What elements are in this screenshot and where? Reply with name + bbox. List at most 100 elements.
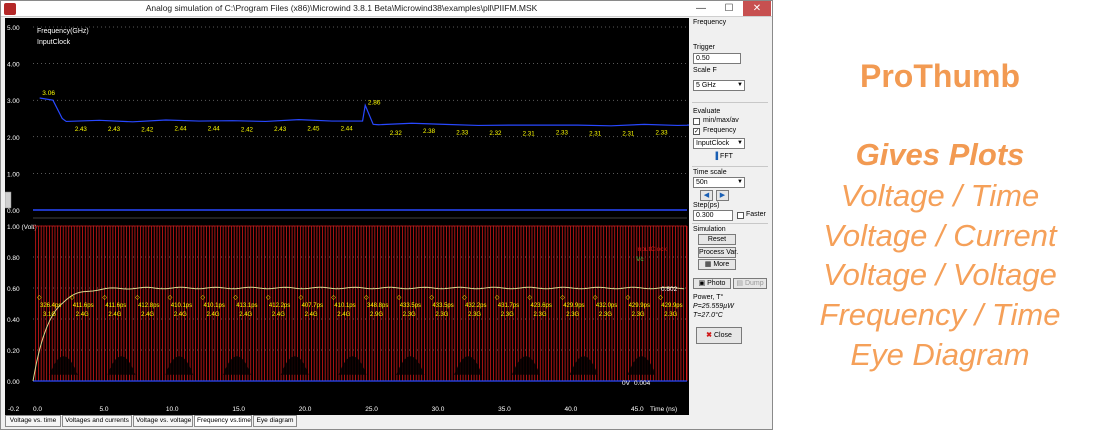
frequency-checkbox[interactable]: ✓ <box>693 128 700 135</box>
faster-checkbox[interactable] <box>737 212 744 219</box>
freq-label: 2.4G <box>305 312 318 318</box>
signal-value: InputClock <box>696 140 730 147</box>
value-label: 2.32 <box>489 130 502 137</box>
photo-label: Photo <box>707 280 726 287</box>
marker-icon: ◇ <box>201 295 206 301</box>
close-label: Close <box>713 332 732 339</box>
frequency-trace <box>39 97 689 127</box>
step-input[interactable]: 0.300 <box>693 210 733 221</box>
x-tick-label: 30.0 <box>432 406 445 413</box>
period-label: 348.8ps <box>367 303 388 309</box>
value-label: 2.31 <box>589 130 602 137</box>
freq-label: 2.4G <box>108 312 121 318</box>
tab-voltages-and-currents[interactable]: Voltages and currents <box>62 415 132 427</box>
value-label: 2.44 <box>341 126 354 133</box>
end-value-label: 0.602 <box>661 286 678 293</box>
divider <box>692 102 768 103</box>
freq-label: 2.4G <box>207 312 220 318</box>
promo-line: Voltage / Voltage <box>823 257 1057 292</box>
more-button[interactable]: ▦ More <box>698 259 736 270</box>
fft-label: FFT <box>720 153 733 160</box>
period-label: 432.0ps <box>596 303 617 309</box>
minimize-button[interactable]: — <box>687 1 715 16</box>
close-window-button[interactable]: ✕ <box>743 1 771 16</box>
period-label: 411.6ps <box>105 303 126 309</box>
period-label: 326.4ps <box>40 303 61 309</box>
marker-icon: ◇ <box>429 295 434 301</box>
marker-icon: ◇ <box>593 295 598 301</box>
freq-label: 2.3G <box>403 312 416 318</box>
tab-frequency-vs-time[interactable]: Frequency vs.time <box>194 415 252 427</box>
timescale-select[interactable]: 50n ▼ <box>693 177 745 188</box>
freq-label: 2.4G <box>272 312 285 318</box>
trigger-input[interactable]: 0.50 <box>693 53 741 64</box>
period-label: 431.7ps <box>498 303 519 309</box>
close-button[interactable]: ✖ Close <box>696 327 742 344</box>
divider <box>692 166 768 167</box>
zero-value-label: 0.004 <box>634 380 651 387</box>
close-icon: ✖ <box>706 332 712 339</box>
divider <box>692 223 768 224</box>
value-label: 2.33 <box>656 130 669 137</box>
chart-icon: ▐ <box>713 153 719 160</box>
camera-icon: ▣ <box>698 280 706 287</box>
y-tick-label: 0.00 <box>7 379 20 386</box>
title-bar: Analog simulation of C:\Program Files (x… <box>1 1 772 17</box>
marker-icon: ◇ <box>658 295 663 301</box>
x-tick-label: 25.0 <box>365 406 378 413</box>
trigger-label: Trigger <box>693 44 715 51</box>
value-label: 2.42 <box>141 126 154 133</box>
period-label: 433.5ps <box>432 303 453 309</box>
promo-line: Eye Diagram <box>850 337 1030 372</box>
dump-button[interactable]: ▤ Dump <box>733 278 767 289</box>
minmax-checkbox[interactable] <box>693 118 700 125</box>
freq-label: 2.3G <box>632 312 645 318</box>
marker-icon: ◇ <box>299 295 304 301</box>
period-label: 411.6ps <box>73 303 94 309</box>
y-tick-label: 0.60 <box>7 286 20 293</box>
value-label: 2.32 <box>390 130 403 137</box>
faster-label: Faster <box>746 211 766 218</box>
marker-icon: ◇ <box>331 295 336 301</box>
evaluate-label: Evaluate <box>693 108 721 115</box>
reset-button[interactable]: Reset <box>698 234 736 245</box>
dump-label: Dump <box>744 280 764 287</box>
maximize-button[interactable]: ☐ <box>715 1 743 16</box>
window-title: Analog simulation of C:\Program Files (x… <box>145 3 538 13</box>
marker-icon: ◇ <box>37 295 42 301</box>
process-variation-button[interactable]: Process Var. <box>698 247 738 258</box>
x-axis-unit: Time (ns) <box>650 406 677 413</box>
promo-panel: ProThumb Gives Plots Voltage / Time Volt… <box>780 0 1100 430</box>
x-tick-label: 40.0 <box>565 406 578 413</box>
value-label: 2.38 <box>423 128 436 135</box>
y-tick-label: 0.00 <box>7 208 20 215</box>
period-label: 423.6ps <box>531 303 552 309</box>
x-tick-label: -0.2 <box>8 406 20 413</box>
freq-label: 2.3G <box>664 312 677 318</box>
signal-label: InputClock <box>37 39 71 46</box>
scale-label: Scale F <box>693 67 717 74</box>
chevron-down-icon: ▼ <box>737 82 743 88</box>
control-panel: Frequency Trigger 0.50 Scale F 5 GHz ▼ Ev… <box>690 18 770 415</box>
photo-button[interactable]: ▣ Photo <box>693 278 731 289</box>
scale-select[interactable]: 5 GHz ▼ <box>693 80 745 91</box>
fft-button[interactable]: ▐ FFT <box>710 152 736 163</box>
freq-label: 2.3G <box>435 312 448 318</box>
scroll-right-button[interactable]: ▶ <box>716 190 729 201</box>
tab-voltage-vs-voltage[interactable]: Voltage vs. voltage <box>133 415 193 427</box>
marker-icon: ◇ <box>233 295 238 301</box>
promo-subtitle: Gives Plots <box>855 137 1025 172</box>
tab-eye-diagram[interactable]: Eye diagram <box>253 415 297 427</box>
x-tick-label: 15.0 <box>232 406 245 413</box>
plot-canvas[interactable]: 5.00 4.00 3.00 2.00 1.00 0.00 Frequency(GHz) In… <box>5 18 689 415</box>
power-label: Power, T° <box>693 294 724 301</box>
tab-voltage-vs-time[interactable]: Voltage vs. time <box>5 415 61 427</box>
y-tick-label: 3.00 <box>7 98 20 105</box>
plot-area[interactable]: 5.00 4.00 3.00 2.00 1.00 0.00 Frequency(GHz) In… <box>5 18 689 415</box>
marker-icon: ◇ <box>70 295 75 301</box>
zoom-handle <box>5 191 12 209</box>
scroll-left-button[interactable]: ◀ <box>700 190 713 201</box>
timescale-label: Time scale <box>693 169 727 176</box>
signal-select[interactable]: InputClock ▼ <box>693 138 745 149</box>
freq-label: 2.4G <box>76 312 89 318</box>
